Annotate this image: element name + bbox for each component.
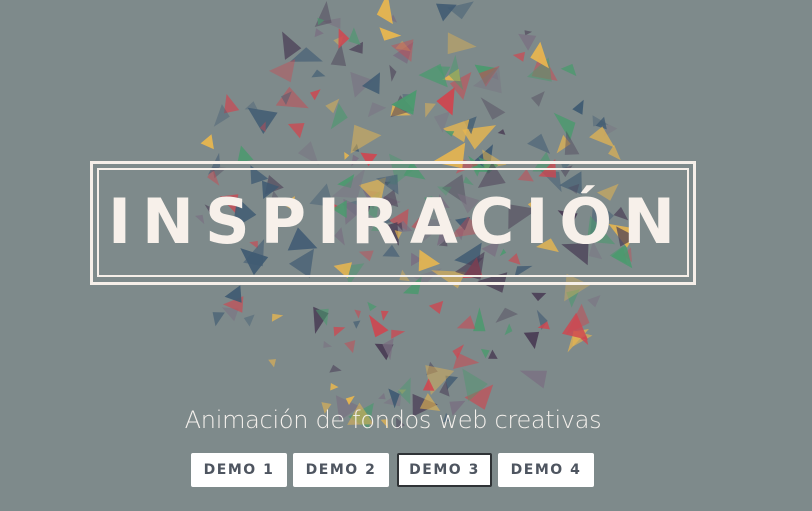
- triangle-particle: [553, 112, 576, 141]
- triangle-particle: [425, 103, 436, 118]
- triangle-particle: [237, 145, 254, 163]
- triangle-particle: [314, 1, 332, 27]
- triangle-particle: [531, 292, 547, 302]
- triangle-particle: [330, 383, 339, 391]
- triangle-particle: [379, 27, 402, 41]
- hero-title: INSPIRACIÓN: [107, 185, 686, 258]
- demo-1-button[interactable]: DEMO 1: [191, 453, 287, 487]
- triangle-particle: [447, 1, 474, 20]
- triangle-particle: [442, 119, 470, 143]
- triangle-particle: [348, 27, 361, 46]
- triangle-particle: [524, 30, 533, 36]
- triangle-particle: [330, 43, 347, 67]
- triangle-particle: [367, 301, 377, 312]
- triangle-particle: [504, 323, 513, 336]
- triangle-particle: [391, 329, 406, 339]
- triangle-particle: [519, 370, 547, 389]
- triangle-particle: [587, 295, 601, 308]
- triangle-particle: [224, 285, 242, 303]
- triangle-particle: [247, 107, 278, 134]
- triangle-particle: [344, 340, 356, 354]
- triangle-particle: [367, 102, 387, 118]
- triangle-particle: [497, 129, 506, 135]
- triangle-particle: [314, 28, 324, 38]
- demo-3-button[interactable]: DEMO 3: [397, 453, 492, 487]
- triangle-particle: [200, 134, 214, 150]
- triangle-particle: [572, 99, 584, 115]
- triangle-particle: [271, 313, 284, 322]
- triangle-particle: [288, 123, 305, 139]
- triangle-particle: [376, 0, 393, 25]
- triangle-particle: [310, 89, 321, 101]
- triangle-particle: [488, 349, 498, 359]
- triangle-particle: [480, 97, 506, 120]
- triangle-particle: [275, 86, 309, 109]
- triangle-particle: [564, 130, 580, 155]
- triangle-particle: [268, 359, 276, 368]
- triangle-particle: [378, 393, 386, 400]
- triangle-particle: [389, 64, 397, 82]
- triangle-particle: [311, 69, 326, 78]
- demo-2-button[interactable]: DEMO 2: [293, 453, 389, 487]
- triangle-particle: [380, 310, 389, 321]
- triangle-particle: [243, 314, 255, 327]
- triangle-particle: [224, 94, 240, 114]
- triangle-particle: [354, 309, 361, 319]
- triangle-particle: [518, 33, 537, 51]
- triangle-particle: [473, 307, 486, 332]
- triangle-particle: [436, 87, 455, 116]
- triangle-particle: [323, 341, 332, 348]
- triangle-particle: [212, 312, 225, 327]
- triangle-particle: [527, 133, 551, 154]
- triangle-particle: [560, 63, 577, 77]
- triangle-particle: [338, 28, 350, 49]
- triangle-particle: [344, 152, 350, 160]
- triangle-particle: [269, 59, 296, 83]
- triangle-particle: [531, 91, 545, 107]
- triangle-particle: [444, 130, 455, 137]
- triangle-particle: [462, 125, 497, 150]
- triangle-particle: [428, 300, 444, 314]
- triangle-particle: [353, 320, 361, 329]
- triangle-particle: [592, 115, 609, 127]
- triangle-particle: [333, 326, 346, 337]
- triangle-particle: [447, 32, 477, 55]
- triangle-particle: [495, 307, 518, 323]
- triangle-particle: [369, 314, 389, 338]
- hero-subtitle: Animación de fondos web creativas: [184, 406, 602, 434]
- triangle-particle: [480, 348, 490, 359]
- triangle-particle: [350, 124, 382, 154]
- triangle-particle: [456, 315, 476, 329]
- triangle-particle: [329, 364, 342, 373]
- triangle-particle: [512, 51, 525, 62]
- demo-4-button[interactable]: DEMO 4: [498, 453, 594, 487]
- triangle-particle: [523, 331, 540, 350]
